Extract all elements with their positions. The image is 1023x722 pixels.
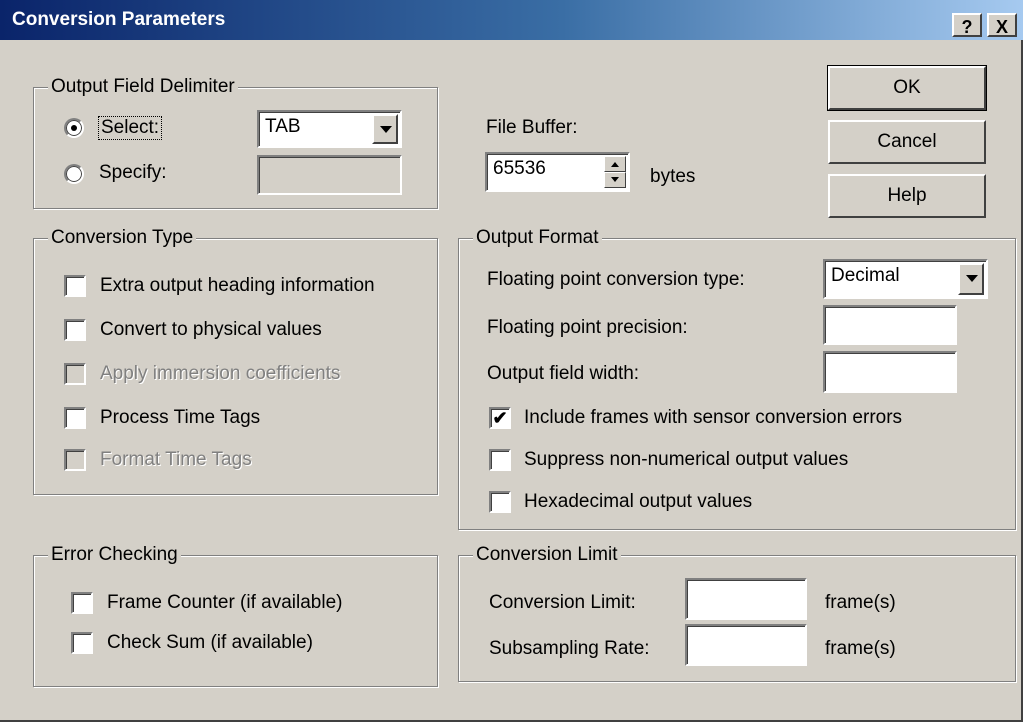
conversion-type-legend: Conversion Type [48, 227, 197, 249]
fp-precision-label: Floating point precision: [487, 317, 688, 338]
conversion-limit-input[interactable] [685, 578, 807, 620]
extra-heading-label[interactable]: Extra output heading information [100, 275, 375, 297]
cancel-button[interactable]: Cancel [828, 120, 986, 164]
specify-radio[interactable] [64, 164, 84, 184]
file-buffer-spinner[interactable]: 65536 [485, 152, 630, 192]
check-sum-label[interactable]: Check Sum (if available) [107, 632, 313, 654]
select-radio-label[interactable]: Select: [98, 116, 163, 140]
window-title: Conversion Parameters [12, 9, 226, 30]
radio-selected-dot [71, 125, 77, 131]
select-radio[interactable] [64, 118, 84, 138]
convert-physical-label[interactable]: Convert to physical values [100, 319, 322, 341]
conversion-type-group: Conversion Type Extra output heading inf… [33, 227, 438, 495]
conversion-limit-legend: Conversion Limit [473, 544, 621, 566]
spinner-down-icon[interactable] [604, 172, 626, 188]
error-checking-legend: Error Checking [48, 544, 181, 566]
output-format-legend: Output Format [473, 227, 602, 249]
process-time-tags-label[interactable]: Process Time Tags [100, 407, 260, 429]
extra-heading-checkbox[interactable] [64, 275, 86, 297]
close-icon[interactable]: X [987, 13, 1017, 37]
specify-radio-label[interactable]: Specify: [99, 162, 167, 184]
delimiter-select-value: TAB [265, 116, 301, 137]
format-time-tags-label: Format Time Tags [100, 449, 252, 470]
hexadecimal-checkbox[interactable] [489, 491, 511, 513]
process-time-tags-checkbox[interactable] [64, 407, 86, 429]
convert-physical-checkbox[interactable] [64, 319, 86, 341]
chevron-down-icon [380, 126, 392, 133]
output-field-delimiter-group: Output Field Delimiter Select: TAB Speci… [33, 76, 438, 209]
fp-type-dropdown[interactable]: Decimal [823, 259, 988, 299]
file-buffer-label: File Buffer: [486, 117, 578, 138]
output-field-delimiter-legend: Output Field Delimiter [48, 76, 238, 98]
dropdown-button[interactable] [372, 114, 398, 144]
include-errors-checkbox[interactable]: ✔ [489, 407, 511, 429]
subsampling-rate-unit: frame(s) [825, 638, 896, 659]
format-time-tags-checkbox [64, 449, 86, 471]
chevron-down-icon [966, 275, 978, 282]
error-checking-group: Error Checking Frame Counter (if availab… [33, 544, 438, 687]
include-errors-label[interactable]: Include frames with sensor conversion er… [524, 407, 902, 429]
conversion-limit-label: Conversion Limit: [489, 592, 636, 613]
delimiter-select-dropdown[interactable]: TAB [257, 110, 402, 148]
immersion-coefficients-label: Apply immersion coefficients [100, 363, 341, 384]
frame-counter-label[interactable]: Frame Counter (if available) [107, 592, 342, 614]
subsampling-rate-label: Subsampling Rate: [489, 638, 650, 659]
conversion-limit-unit: frame(s) [825, 592, 896, 613]
file-buffer-value: 65536 [493, 158, 546, 179]
fp-type-label: Floating point conversion type: [487, 269, 745, 290]
immersion-coefficients-checkbox [64, 363, 86, 385]
output-format-group: Output Format Floating point conversion … [458, 227, 1016, 530]
frame-counter-checkbox[interactable] [71, 592, 93, 614]
specify-delimiter-input[interactable] [257, 155, 402, 195]
dropdown-button[interactable] [958, 263, 984, 295]
help-button[interactable]: Help [828, 174, 986, 218]
suppress-nonnumeric-checkbox[interactable] [489, 449, 511, 471]
field-width-label: Output field width: [487, 363, 640, 384]
hexadecimal-label[interactable]: Hexadecimal output values [524, 491, 752, 513]
title-bar[interactable]: Conversion Parameters ? X [0, 0, 1023, 40]
suppress-nonnumeric-label[interactable]: Suppress non-numerical output values [524, 449, 848, 471]
ok-button[interactable]: OK [828, 66, 986, 110]
conversion-limit-group: Conversion Limit Conversion Limit: frame… [458, 544, 1016, 682]
fp-type-value: Decimal [831, 265, 900, 286]
fp-precision-input[interactable] [823, 305, 957, 345]
field-width-input[interactable] [823, 351, 957, 393]
conversion-parameters-dialog: Conversion Parameters ? X Output Field D… [0, 0, 1023, 722]
spinner-buttons[interactable] [604, 156, 626, 188]
check-sum-checkbox[interactable] [71, 632, 93, 654]
subsampling-rate-input[interactable] [685, 624, 807, 666]
help-icon[interactable]: ? [952, 13, 982, 37]
spinner-up-icon[interactable] [604, 156, 626, 172]
bytes-unit-label: bytes [650, 166, 696, 187]
